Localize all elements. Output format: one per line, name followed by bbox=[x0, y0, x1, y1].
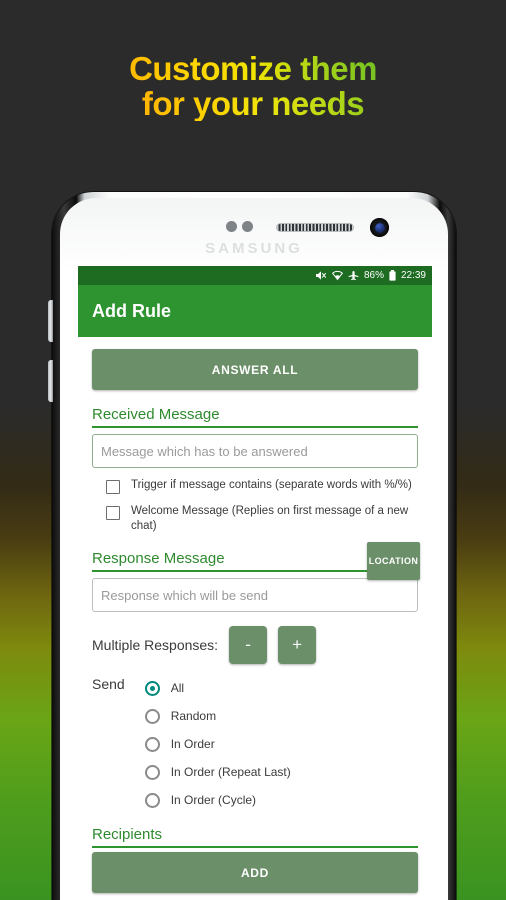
app-toolbar: Add Rule bbox=[78, 285, 432, 337]
trigger-contains-checkbox[interactable] bbox=[106, 480, 120, 494]
trigger-contains-checkbox-row[interactable]: Trigger if message contains (separate wo… bbox=[92, 478, 418, 494]
received-message-input[interactable] bbox=[92, 434, 418, 468]
welcome-message-checkbox-row[interactable]: Welcome Message (Replies on first messag… bbox=[92, 504, 418, 534]
radio-icon bbox=[144, 792, 160, 808]
headline-line-1: Customize them bbox=[0, 51, 506, 87]
radio-icon bbox=[144, 736, 160, 752]
section-divider bbox=[92, 846, 418, 849]
radio-icon bbox=[144, 764, 160, 780]
status-bar: 86% 22:39 bbox=[78, 266, 432, 285]
battery-percent-label: 86% bbox=[363, 270, 384, 281]
recipients-label: Recipients bbox=[92, 826, 163, 844]
radio-label: In Order bbox=[170, 737, 215, 752]
volume-down-button[interactable] bbox=[48, 360, 53, 402]
radio-option-all[interactable]: All bbox=[144, 674, 291, 702]
answer-all-button[interactable]: ANSWER ALL bbox=[92, 349, 418, 390]
multiple-responses-row: Multiple Responses: - + bbox=[92, 626, 418, 665]
decrement-responses-button[interactable]: - bbox=[229, 626, 268, 665]
received-message-section-header: Received Message bbox=[92, 406, 418, 428]
radio-option-random[interactable]: Random bbox=[144, 702, 291, 730]
speaker-mute-icon bbox=[315, 270, 327, 281]
location-button[interactable]: LOCATION bbox=[367, 542, 420, 581]
airplane-mode-icon bbox=[348, 270, 359, 281]
form-content: ANSWER ALL Received Message Trigger if m… bbox=[78, 337, 432, 900]
radio-label: All bbox=[170, 681, 185, 696]
welcome-message-checkbox[interactable] bbox=[106, 506, 120, 520]
phone-mockup: SAMSUNG 86% 22:39 Add Rule ANSWER ALL Re… bbox=[48, 192, 456, 900]
received-message-label: Received Message bbox=[92, 406, 220, 423]
radio-label: Random bbox=[170, 709, 217, 724]
volume-up-button[interactable] bbox=[48, 300, 53, 342]
radio-icon bbox=[144, 680, 160, 696]
front-camera-icon bbox=[370, 218, 389, 237]
radio-option-in-order[interactable]: In Order bbox=[144, 730, 291, 758]
radio-label: In Order (Cycle) bbox=[170, 793, 257, 808]
wifi-icon bbox=[331, 270, 343, 281]
send-mode-radio-group: All Random In Order In Order (Repeat Las… bbox=[144, 674, 291, 814]
page-title: Add Rule bbox=[92, 300, 171, 321]
light-sensor-icon bbox=[242, 221, 253, 232]
clock-label: 22:39 bbox=[400, 270, 426, 281]
earpiece-speaker-icon bbox=[276, 223, 354, 232]
radio-option-in-order-repeat-last[interactable]: In Order (Repeat Last) bbox=[144, 758, 291, 786]
promo-headline: Customize them for your needs bbox=[0, 51, 506, 122]
multiple-responses-label: Multiple Responses: bbox=[92, 637, 219, 654]
radio-option-in-order-cycle[interactable]: In Order (Cycle) bbox=[144, 786, 291, 814]
radio-label: In Order (Repeat Last) bbox=[170, 765, 291, 780]
send-mode-row: Send All Random In Order In Order (Repea… bbox=[92, 674, 418, 814]
section-divider bbox=[92, 426, 418, 428]
battery-icon bbox=[389, 270, 396, 281]
recipients-section-header: Recipients bbox=[92, 826, 418, 849]
send-label: Send bbox=[92, 676, 125, 693]
phone-front-panel: SAMSUNG 86% 22:39 Add Rule ANSWER ALL Re… bbox=[60, 198, 448, 900]
radio-icon bbox=[144, 708, 160, 724]
device-brand-label: SAMSUNG bbox=[205, 240, 303, 257]
add-recipient-button[interactable]: ADD bbox=[92, 852, 418, 894]
trigger-contains-label: Trigger if message contains (separate wo… bbox=[131, 479, 412, 491]
response-message-section-header: Response Message LOCATION bbox=[92, 542, 420, 581]
proximity-sensor-icon bbox=[226, 221, 237, 232]
headline-line-2: for your needs bbox=[0, 86, 506, 122]
phone-screen: 86% 22:39 Add Rule ANSWER ALL Received M… bbox=[78, 266, 432, 900]
response-message-input[interactable] bbox=[92, 578, 418, 613]
welcome-message-label: Welcome Message (Replies on first messag… bbox=[131, 505, 409, 533]
increment-responses-button[interactable]: + bbox=[278, 626, 317, 665]
